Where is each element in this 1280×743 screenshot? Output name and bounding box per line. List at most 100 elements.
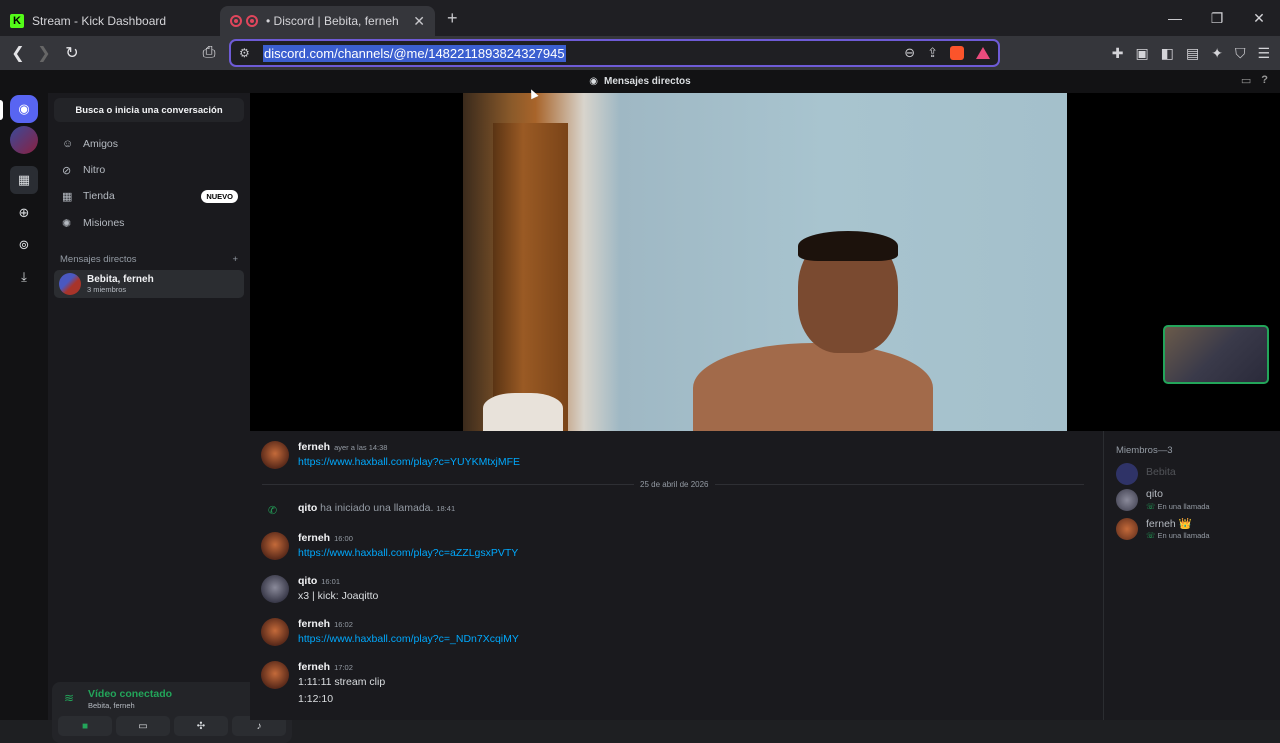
dm-item-group[interactable]: Bebita, ferneh 3 miembros [54,270,244,298]
reload-button[interactable]: ↻ [59,40,85,66]
dm-item-text: Bebita, ferneh 3 miembros [87,274,154,294]
author-name: ferneh [298,618,331,630]
media-playing-icon [246,15,258,27]
avatar[interactable] [261,532,289,560]
browser-extensions: ✚ ▣ ◧ ▤ ✦ ⛉ ☰ [1112,36,1270,70]
add-server-icon[interactable]: ⊕ [10,199,38,227]
camera-button[interactable]: ■ [58,716,112,736]
main-video-feed[interactable] [463,93,1067,433]
message-author[interactable]: ferneh 16:02 [298,618,353,630]
participant-body [693,343,933,433]
dm-name: Bebita, ferneh [87,274,154,285]
member-status: En una llamada [1146,502,1209,511]
search-conversation-button[interactable]: Busca o inicia una conversación [54,98,244,122]
close-window-button[interactable]: ✕ [1238,0,1280,36]
address-bar[interactable]: ⚙ discord.com/channels/@me/1482211893824… [229,39,1000,67]
members-header: Miembros—3 [1116,445,1173,456]
message-text: 1:12:10 [298,693,334,705]
message-link[interactable]: https://www.haxball.com/play?c=_NDn7Xcqi… [298,633,519,645]
member-name: qito [1146,488,1163,500]
member-item[interactable]: Bebita [1116,461,1276,487]
sidebar-item-shop[interactable]: ▦ Tienda NUEVO [54,184,244,208]
sidebar-item-friends[interactable]: ☺ Amigos [54,132,244,156]
self-video-preview[interactable] [1163,325,1269,384]
message-author[interactable]: ferneh 16:00 [298,532,353,544]
sidebar-item-quests[interactable]: ✺ Misiones [54,211,244,235]
quests-icon: ✺ [62,217,72,230]
video-call-area[interactable] [250,93,1280,433]
download-apps-icon[interactable]: ⤓ [10,263,38,291]
nitro-icon: ⊘ [62,164,72,177]
brave-shields-icon[interactable] [950,46,964,60]
help-icon[interactable]: ? [1261,74,1268,87]
message-author[interactable]: ferneh ayer a las 14:38 [298,441,387,453]
avatar[interactable] [261,618,289,646]
back-button[interactable]: ❮ [5,40,31,66]
avatar[interactable] [261,575,289,603]
active-indicator [0,100,3,120]
window-controls: — ❐ ✕ [1154,0,1280,36]
discord-logo-icon: ◉ [589,76,598,87]
recording-icon [230,15,242,27]
dm-section-header: Mensajes directos + [60,254,238,265]
tab-indicators [230,15,258,27]
dm-sidebar: Busca o inicia una conversación ☺ Amigos… [48,93,292,743]
sidebar-item-label: Nitro [83,164,106,176]
extensions-icon[interactable]: ✚ [1112,45,1124,62]
restore-button[interactable]: ❐ [1196,0,1238,36]
member-item[interactable]: qito En una llamada [1116,487,1276,513]
sidebar-icon[interactable]: ◧ [1161,45,1174,62]
forward-button[interactable]: ❯ [31,40,57,66]
avatar[interactable] [261,661,289,689]
direct-messages-home-icon[interactable]: ◉ [10,95,38,123]
screenshot-icon[interactable]: ▣ [1136,45,1149,62]
activities-button[interactable]: ✣ [174,716,228,736]
discover-icon[interactable]: ⊚ [10,231,38,259]
voice-status[interactable]: Vídeo conectado [88,688,172,700]
sidebar-item-nitro[interactable]: ⊘ Nitro [54,158,244,182]
screen-share-button[interactable]: ▭ [116,716,170,736]
message-author[interactable]: ferneh 17:02 [298,661,353,673]
server-folder[interactable]: ▦ [10,166,38,194]
zoom-icon[interactable]: ⊖ [904,45,915,61]
brave-rewards-icon[interactable] [976,47,990,59]
tab-kick-dashboard[interactable]: K Stream - Kick Dashboard [0,6,220,36]
server-avatar[interactable] [10,126,38,154]
call-text: qito ha iniciado una llamada. 18:41 [298,502,455,514]
share-icon[interactable]: ⇪ [927,45,938,61]
avatar [1116,518,1138,540]
address-bar-actions: ⊖ ⇪ [904,45,990,61]
message-time: 16:01 [321,577,341,586]
close-tab-icon[interactable]: ✕ [413,13,425,30]
tab-discord[interactable]: • Discord | Bebita, ferneh ✕ [220,6,435,36]
server-rail: ◉ ▦ ⊕ ⊚ ⤓ [0,93,48,720]
menu-icon[interactable]: ☰ [1257,45,1270,62]
wallet-icon[interactable]: ▤ [1186,45,1199,62]
voice-channel: Bebita, ferneh [88,701,135,710]
leo-ai-icon[interactable]: ✦ [1211,45,1223,62]
message-link[interactable]: https://www.haxball.com/play?c=aZZLgsxPV… [298,547,518,559]
url-text[interactable]: discord.com/channels/@me/148221189382432… [263,44,566,62]
member-name: ferneh [1146,518,1176,530]
avatar[interactable] [261,441,289,469]
inbox-icon[interactable]: ▭ [1241,74,1251,87]
message-link[interactable]: https://www.haxball.com/play?c=YUYKMtxjM… [298,456,520,468]
new-tab-button[interactable]: + [447,8,458,29]
vpn-icon[interactable]: ⛉ [1235,45,1246,62]
new-badge: NUEVO [201,189,238,203]
app-title-bar: ◉ Mensajes directos ▭ ? [0,70,1280,93]
author-name: ferneh [298,532,331,544]
minimize-button[interactable]: — [1154,0,1196,36]
message-time: 17:02 [334,663,353,672]
member-item[interactable]: ferneh 👑 En una llamada [1116,516,1276,542]
date-divider-label: 25 de abril de 2026 [634,480,715,489]
bookmark-icon[interactable]: ⎙ [196,40,222,66]
message-list: ferneh ayer a las 14:38 https://www.haxba… [250,431,1103,720]
sidebar-item-label: Misiones [83,217,125,229]
call-description: ha iniciado una llamada. [317,502,434,514]
signal-icon[interactable]: ≋ [64,691,74,705]
call-author[interactable]: qito [298,502,317,514]
site-settings-icon[interactable]: ⚙ [239,46,250,60]
message-author[interactable]: qito 16:01 [298,575,340,587]
create-dm-button[interactable]: + [232,254,238,265]
